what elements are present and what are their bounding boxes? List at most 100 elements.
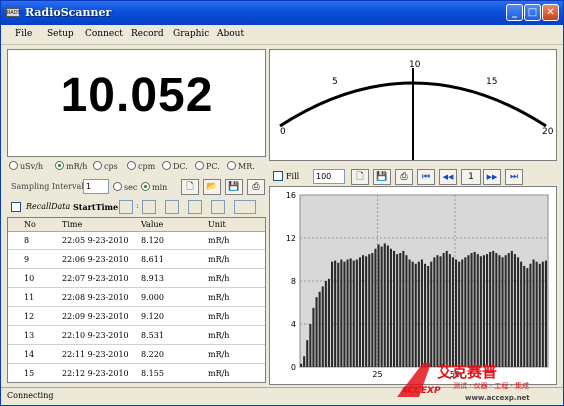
y-tick-label: 12	[286, 234, 296, 243]
next-page-button[interactable]: ▶▶	[483, 169, 501, 185]
table-row[interactable]: 8 22:05 9-23-2010 8.120 mR/h	[8, 232, 265, 250]
chart-bar	[442, 253, 445, 367]
table-row[interactable]: 15 22:12 9-23-2010 8.155 mR/h	[8, 365, 265, 382]
cell-no: 11	[24, 293, 35, 302]
chart-bar	[303, 356, 306, 367]
table-header: No Time Value Unit	[8, 218, 265, 232]
sampling-radio-min[interactable]: min	[141, 182, 167, 192]
cell-unit: mR/h	[208, 312, 230, 321]
minimize-button[interactable]: _	[506, 4, 523, 21]
chart-bar	[368, 254, 371, 368]
start-time-field-1[interactable]	[119, 200, 133, 214]
start-time-field-3[interactable]	[165, 200, 179, 214]
graph-new-icon[interactable]: 🗋	[351, 169, 369, 185]
meter-label-15: 15	[486, 77, 497, 87]
sampling-interval-label: Sampling Interval	[11, 182, 84, 191]
sampling-radio-sec[interactable]: sec	[113, 182, 137, 192]
meter-label-10: 10	[409, 60, 421, 70]
prev-page-button[interactable]: ◀◀	[439, 169, 457, 185]
cell-value: 9.000	[141, 293, 164, 302]
graph-print-icon[interactable]: ⎙	[395, 169, 413, 185]
start-time-field-2[interactable]	[142, 200, 156, 214]
unit-radio-mr[interactable]: MR.	[227, 161, 255, 171]
app-icon: RADS	[6, 8, 21, 17]
new-file-icon[interactable]: 🗋	[181, 179, 199, 195]
chart-bar	[393, 250, 396, 367]
analog-meter: 0 5 10 15 20	[269, 49, 557, 161]
chart-bar	[482, 255, 485, 367]
chart-bar	[417, 261, 420, 367]
last-page-button[interactable]: ⏭	[505, 169, 523, 185]
chart-bar	[448, 254, 451, 368]
open-folder-icon[interactable]: 📂	[203, 179, 221, 195]
cell-unit: mR/h	[208, 274, 230, 283]
y-tick-label: 8	[291, 277, 296, 286]
sample-count-input[interactable]: 100	[313, 169, 345, 184]
unit-radio-mrh[interactable]: mR/h	[55, 161, 87, 171]
close-button[interactable]: ✕	[542, 4, 559, 21]
table-row[interactable]: 12 22:09 9-23-2010 9.120 mR/h	[8, 308, 265, 326]
print-icon[interactable]: ⎙	[247, 179, 265, 195]
radio-indicator	[93, 161, 102, 170]
chart-bar	[541, 261, 544, 367]
unit-radio-cps[interactable]: cps	[93, 161, 118, 171]
watermark-subtitle: 测试 · 仪器 · 工程 · 集成	[453, 381, 529, 390]
menu-bar: File Setup Connect Record Graphic About	[1, 25, 563, 45]
unit-radio-pc[interactable]: PC.	[195, 161, 220, 171]
start-time-field-4[interactable]	[188, 200, 202, 214]
chart-bar	[318, 291, 321, 367]
table-row[interactable]: 10 22:07 9-23-2010 8.913 mR/h	[8, 270, 265, 288]
radio-indicator	[113, 182, 122, 191]
title-bar[interactable]: RADS RadioScanner _ □ ✕	[1, 1, 563, 25]
table-row[interactable]: 9 22:06 9-23-2010 8.611 mR/h	[8, 251, 265, 269]
watermark-url: www.accexp.net	[465, 394, 530, 402]
cell-time: 22:12 9-23-2010	[62, 369, 129, 378]
table-row[interactable]: 14 22:11 9-23-2010 8.220 mR/h	[8, 346, 265, 364]
unit-radio-dc[interactable]: DC.	[162, 161, 188, 171]
unit-radio-usvh[interactable]: uSv/h	[9, 161, 43, 171]
page-number[interactable]: 1	[461, 169, 481, 185]
recall-data-checkbox[interactable]	[11, 202, 21, 212]
table-row[interactable]: 13 22:10 9-23-2010 8.531 mR/h	[8, 327, 265, 345]
unit-selector: uSv/h mR/h cps cpm DC. PC. MR.	[7, 161, 265, 177]
chart-bar	[402, 250, 405, 367]
unit-label: cpm	[138, 162, 156, 171]
menu-connect[interactable]: Connect	[85, 29, 123, 39]
unit-label: DC.	[173, 162, 188, 171]
first-page-button[interactable]: ⏮	[417, 169, 435, 185]
radio-indicator	[227, 161, 236, 170]
col-no: No	[24, 220, 36, 229]
chart-bar	[476, 254, 479, 368]
menu-graphic[interactable]: Graphic	[173, 29, 209, 39]
status-text: Connecting	[7, 391, 54, 400]
unit-radio-cpm[interactable]: cpm	[127, 161, 155, 171]
cell-value: 8.531	[141, 331, 164, 340]
sampling-interval-input[interactable]: 1	[83, 179, 109, 194]
cell-value: 8.120	[141, 236, 164, 245]
col-unit: Unit	[208, 220, 226, 229]
chart-bar	[362, 255, 365, 367]
fill-checkbox[interactable]	[273, 171, 283, 181]
menu-setup[interactable]: Setup	[47, 29, 74, 39]
chart-bar	[513, 254, 516, 368]
chart-bar	[420, 259, 423, 367]
chart-svg: 048121625 50	[286, 191, 549, 379]
start-time-field-5[interactable]	[211, 200, 225, 214]
cell-value: 8.220	[141, 350, 164, 359]
menu-about[interactable]: About	[217, 29, 244, 39]
save-icon[interactable]: 💾	[225, 179, 243, 195]
chart-bar	[507, 253, 510, 367]
sampling-min-label: min	[152, 183, 168, 192]
chart-bar	[498, 255, 501, 367]
unit-label: mR/h	[66, 162, 88, 171]
table-row[interactable]: 11 22:08 9-23-2010 9.000 mR/h	[8, 289, 265, 307]
maximize-button[interactable]: □	[524, 4, 541, 21]
menu-record[interactable]: Record	[131, 29, 164, 39]
chart-bar	[529, 263, 532, 367]
start-time-field-6[interactable]	[234, 200, 256, 214]
chart-bar	[458, 261, 461, 367]
chart-bar	[504, 255, 507, 367]
radio-indicator	[9, 161, 18, 170]
graph-save-icon[interactable]: 💾	[373, 169, 391, 185]
menu-file[interactable]: File	[15, 29, 32, 39]
